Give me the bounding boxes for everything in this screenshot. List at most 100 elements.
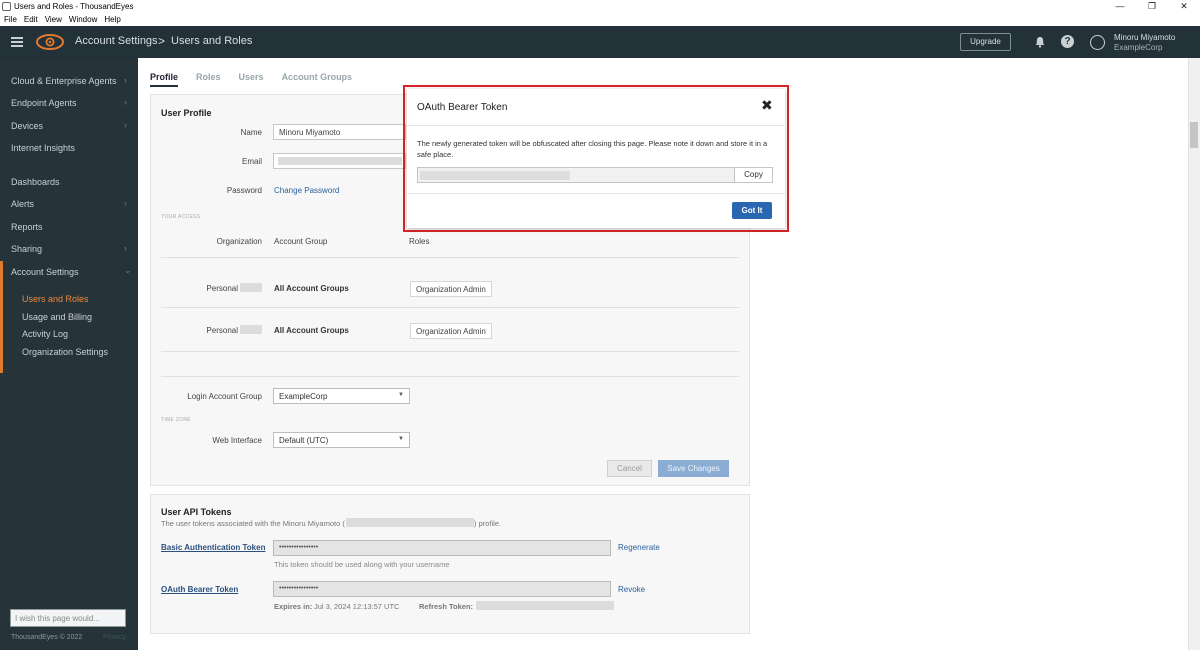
bell-icon[interactable] xyxy=(1034,36,1046,48)
revoke-link[interactable]: Revoke xyxy=(618,585,645,594)
modal-divider xyxy=(407,125,785,126)
close-window-button[interactable]: ✕ xyxy=(1168,0,1200,14)
sidebar-subitem-organization-settings[interactable]: Organization Settings xyxy=(22,347,108,357)
tab-bar: Profile Roles Users Account Groups xyxy=(150,72,370,87)
window-title: Users and Roles - ThousandEyes xyxy=(14,2,134,11)
menu-edit[interactable]: Edit xyxy=(24,14,38,26)
sidebar-item-alerts[interactable]: Alerts xyxy=(11,199,34,209)
sidebar-item-account-settings[interactable]: Account Settings xyxy=(11,267,79,277)
name-input[interactable]: Minoru Miyamoto xyxy=(273,124,406,140)
user-api-tokens-title: User API Tokens xyxy=(161,507,232,517)
sidebar-subitem-activity-log[interactable]: Activity Log xyxy=(22,329,68,339)
menu-bar: File Edit View Window Help xyxy=(0,14,1200,26)
tab-account-groups[interactable]: Account Groups xyxy=(282,72,353,87)
close-icon[interactable]: ✖ xyxy=(761,98,773,112)
sidebar-subitem-usage-and-billing[interactable]: Usage and Billing xyxy=(22,312,92,322)
cancel-button[interactable]: Cancel xyxy=(607,460,652,477)
app-header: Account Settings > Users and Roles Upgra… xyxy=(0,26,1200,58)
breadcrumb-separator: > xyxy=(158,34,166,48)
save-changes-button[interactable]: Save Changes xyxy=(658,460,729,477)
menu-file[interactable]: File xyxy=(4,14,17,26)
menu-help[interactable]: Help xyxy=(104,14,120,26)
sidebar-item-devices[interactable]: Devices xyxy=(11,121,43,131)
chevron-right-icon: › xyxy=(124,75,127,85)
email-redacted xyxy=(278,157,402,165)
window-controls: — ❐ ✕ xyxy=(1104,0,1200,14)
tab-profile[interactable]: Profile xyxy=(150,72,179,87)
user-name[interactable]: Minoru Miyamoto xyxy=(1114,33,1175,42)
expires-label: Expires in: xyxy=(274,602,313,611)
basic-auth-token-field[interactable]: •••••••••••••••• xyxy=(273,540,611,556)
org-redacted xyxy=(240,283,262,292)
sidebar: Cloud & Enterprise Agents › Endpoint Age… xyxy=(0,58,138,650)
chevron-right-icon: › xyxy=(124,243,127,253)
user-avatar-icon[interactable] xyxy=(1090,35,1105,50)
tokens-subtitle-suffix: ) profile. xyxy=(474,519,502,528)
hamburger-menu-icon[interactable] xyxy=(11,37,23,47)
window-titlebar: Users and Roles - ThousandEyes — ❐ ✕ xyxy=(0,0,1200,14)
name-label: Name xyxy=(240,128,262,137)
refresh-token-label: Refresh Token: xyxy=(419,602,474,611)
vertical-scrollbar[interactable] xyxy=(1188,58,1200,650)
basic-token-hint: This token should be used along with you… xyxy=(274,560,450,569)
privacy-link[interactable]: Privacy xyxy=(103,634,126,641)
web-interface-value: Default (UTC) xyxy=(279,436,329,445)
your-access-caption: YOUR ACCESS xyxy=(161,214,201,220)
email-label: Email xyxy=(241,157,262,166)
regenerate-link[interactable]: Regenerate xyxy=(618,543,660,552)
oauth-bearer-token-field[interactable]: •••••••••••••••• xyxy=(273,581,611,597)
sidebar-item-reports[interactable]: Reports xyxy=(11,222,43,232)
expires-value: Jul 3, 2024 12:13:57 UTC xyxy=(314,602,400,611)
menu-view[interactable]: View xyxy=(45,14,62,26)
divider xyxy=(161,376,739,377)
sidebar-subitem-users-and-roles[interactable]: Users and Roles xyxy=(22,294,89,304)
user-profile-title: User Profile xyxy=(161,108,212,118)
got-it-button[interactable]: Got It xyxy=(732,202,772,219)
oauth-bearer-token-label[interactable]: OAuth Bearer Token xyxy=(161,585,238,594)
tab-roles[interactable]: Roles xyxy=(196,72,221,87)
restore-button[interactable]: ❐ xyxy=(1136,0,1168,14)
modal-message: The newly generated token will be obfusc… xyxy=(417,139,768,159)
basic-auth-token-label[interactable]: Basic Authentication Token xyxy=(161,543,265,552)
chevron-right-icon: › xyxy=(124,97,127,107)
user-api-tokens-card xyxy=(150,494,750,634)
modal-divider xyxy=(407,193,785,194)
tokens-subtitle-prefix: The user tokens associated with the Mino… xyxy=(161,519,345,528)
token-redacted xyxy=(420,171,570,180)
feedback-input[interactable]: I wish this page would... xyxy=(10,609,126,627)
scrollbar-thumb[interactable] xyxy=(1190,122,1198,148)
minimize-button[interactable]: — xyxy=(1104,0,1136,14)
chevron-right-icon: › xyxy=(124,120,127,130)
divider xyxy=(161,351,739,352)
breadcrumb-account-settings[interactable]: Account Settings xyxy=(75,35,158,47)
copy-button[interactable]: Copy xyxy=(734,167,773,183)
sidebar-item-dashboards[interactable]: Dashboards xyxy=(11,177,60,187)
menu-window[interactable]: Window xyxy=(69,14,97,26)
upgrade-button[interactable]: Upgrade xyxy=(960,33,1011,51)
copyright-text: ThousandEyes © 2022 xyxy=(11,634,83,641)
web-interface-select[interactable]: Default (UTC) ▼ xyxy=(273,432,410,448)
access-row-group: All Account Groups xyxy=(274,326,349,335)
roles-header: Roles xyxy=(409,237,430,246)
caret-down-icon: ▼ xyxy=(398,436,404,442)
role-badge: Organization Admin xyxy=(410,323,492,339)
thousandeyes-logo-icon[interactable] xyxy=(36,34,64,50)
login-account-group-select[interactable]: ExampleCorp ▼ xyxy=(273,388,410,404)
caret-down-icon: ▼ xyxy=(398,392,404,398)
sidebar-item-internet-insights[interactable]: Internet Insights xyxy=(11,143,75,153)
password-label: Password xyxy=(226,186,262,195)
tab-users[interactable]: Users xyxy=(239,72,264,87)
sidebar-item-endpoint-agents[interactable]: Endpoint Agents xyxy=(11,98,77,108)
help-icon[interactable]: ? xyxy=(1061,35,1074,48)
time-zone-caption: TIME ZONE xyxy=(161,417,191,423)
web-interface-label: Web Interface xyxy=(212,436,262,445)
sidebar-item-cloud-enterprise-agents[interactable]: Cloud & Enterprise Agents xyxy=(11,76,117,86)
chevron-down-icon: ⌄ xyxy=(124,265,132,275)
refresh-token-redacted xyxy=(476,601,614,610)
role-badge: Organization Admin xyxy=(410,281,492,297)
divider xyxy=(161,307,739,308)
sidebar-item-sharing[interactable]: Sharing xyxy=(11,244,42,254)
change-password-link[interactable]: Change Password xyxy=(274,186,339,195)
generated-token-field[interactable] xyxy=(417,167,735,183)
user-org: ExampleCorp xyxy=(1114,43,1163,52)
